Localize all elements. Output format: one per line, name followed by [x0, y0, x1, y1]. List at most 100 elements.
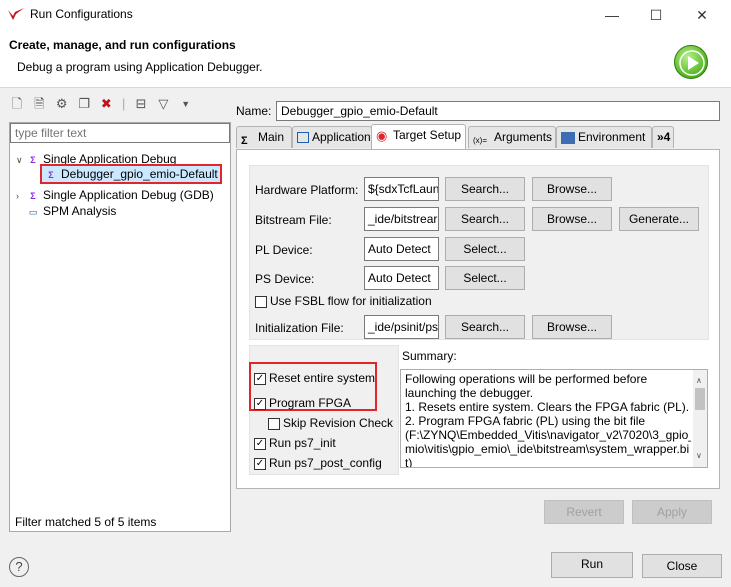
tree-item-label: Single Application Debug (GDB): [43, 188, 214, 202]
tab-label: Arguments: [494, 130, 553, 144]
skip-revision-row[interactable]: Skip Revision Check: [268, 416, 393, 430]
init-file-label: Initialization File:: [255, 321, 344, 335]
tree-item-spm-analysis[interactable]: ▭ SPM Analysis: [26, 204, 117, 219]
config-toolbar: 🗋 🗎 ⚙ ❐ ✖ | ⊟ ▽ ▼: [9, 96, 229, 118]
bitstream-generate-button[interactable]: Generate...: [619, 207, 699, 231]
spm-chart-icon: ▭: [28, 206, 38, 217]
program-fpga-label: Program FPGA: [269, 396, 352, 410]
tcf-debug-icon: Σ: [30, 154, 36, 165]
tree-item-single-app-debug-gdb[interactable]: › Σ Single Application Debug (GDB): [16, 188, 214, 203]
bitstream-browse-button[interactable]: Browse...: [532, 207, 612, 231]
summary-line: 2. Program FPGA fabric (PL) using the bi…: [405, 414, 646, 428]
gdb-debug-icon: Σ: [30, 190, 36, 201]
filter-input[interactable]: [10, 123, 230, 143]
minimize-button[interactable]: —: [594, 3, 630, 27]
export-icon[interactable]: ⚙: [54, 96, 70, 112]
hw-platform-search-button[interactable]: Search...: [445, 177, 525, 201]
ps7-post-row[interactable]: ✓ Run ps7_post_config: [254, 456, 382, 470]
fsbl-label: Use FSBL flow for initialization: [270, 294, 432, 308]
summary-line: Following operations will be performed b…: [405, 372, 648, 386]
scroll-down-icon[interactable]: ∨: [696, 449, 702, 463]
hw-platform-label: Hardware Platform:: [255, 183, 359, 197]
arguments-icon: (x)=: [473, 135, 487, 145]
skip-revision-checkbox[interactable]: [268, 417, 280, 430]
summary-text: Following operations will be performed b…: [400, 369, 708, 468]
ps7-post-checkbox[interactable]: ✓: [254, 457, 266, 470]
ps-device-label: PS Device:: [255, 272, 315, 286]
program-fpga-checkbox[interactable]: ✓: [254, 397, 266, 410]
scroll-up-icon[interactable]: ∧: [696, 374, 702, 388]
view-menu-icon[interactable]: ▼: [178, 96, 194, 112]
filter-icon[interactable]: ▽: [155, 96, 171, 112]
vitis-logo-icon: [8, 8, 24, 20]
reset-system-label: Reset entire system: [269, 371, 376, 385]
close-button[interactable]: Close: [642, 554, 722, 578]
config-name-input[interactable]: Debugger_gpio_emio-Default: [276, 101, 720, 121]
init-file-browse-button[interactable]: Browse...: [532, 315, 612, 339]
skip-revision-label: Skip Revision Check: [283, 416, 394, 430]
ps-device-field[interactable]: Auto Detect: [364, 266, 439, 290]
pl-device-select-button[interactable]: Select...: [445, 237, 525, 261]
new-prototype-icon[interactable]: 🗎: [31, 96, 47, 112]
summary-line: (F:\ZYNQ\Embedded_Vitis\navigator_v2\702…: [405, 428, 691, 442]
tab-target-setup[interactable]: ◉ Target Setup: [371, 124, 466, 150]
main-tab-icon: Σ: [241, 134, 248, 147]
tab-arguments[interactable]: (x)= Arguments: [468, 126, 556, 148]
tree-item-label: Debugger_gpio_emio-Default: [61, 167, 218, 181]
fsbl-checkbox[interactable]: [255, 295, 267, 308]
target-icon: ◉: [376, 127, 388, 143]
summary-line: t): [405, 456, 413, 468]
tab-label: Application: [312, 130, 371, 144]
chevron-right-icon[interactable]: ›: [16, 191, 26, 201]
apply-button[interactable]: Apply: [632, 500, 712, 524]
hw-platform-field[interactable]: ${sdxTcfLaun: [364, 177, 439, 201]
tab-main[interactable]: Σ Main: [236, 126, 292, 148]
filter-status: Filter matched 5 of 5 items: [15, 515, 157, 529]
new-config-icon[interactable]: 🗋: [9, 96, 25, 112]
toolbar-separator: |: [122, 96, 126, 111]
hw-platform-browse-button[interactable]: Browse...: [532, 177, 612, 201]
pl-device-field[interactable]: Auto Detect: [364, 237, 439, 261]
collapse-all-icon[interactable]: ⊟: [133, 96, 149, 112]
init-file-search-button[interactable]: Search...: [445, 315, 525, 339]
revert-button[interactable]: Revert: [544, 500, 624, 524]
ps-device-select-button[interactable]: Select...: [445, 266, 525, 290]
window-title: Run Configurations: [30, 7, 133, 21]
ps7-init-checkbox[interactable]: ✓: [254, 437, 266, 450]
scroll-thumb[interactable]: [695, 388, 705, 410]
tab-label: Main: [258, 130, 285, 144]
delete-icon[interactable]: ✖: [98, 96, 114, 112]
config-tabs: Σ Main Application ◉ Target Setup (x)= Argu…: [236, 124, 720, 150]
init-file-field[interactable]: _ide/psinit/ps: [364, 315, 439, 339]
fsbl-checkbox-row[interactable]: Use FSBL flow for initialization: [255, 294, 432, 308]
ps7-init-row[interactable]: ✓ Run ps7_init: [254, 436, 336, 450]
summary-line: 1. Resets entire system. Clears the FPGA…: [405, 400, 690, 414]
ps7-init-label: Run ps7_init: [269, 436, 336, 450]
duplicate-icon[interactable]: ❐: [76, 96, 92, 112]
summary-line: launching the debugger.: [405, 386, 534, 400]
reset-system-checkbox[interactable]: ✓: [254, 372, 266, 385]
run-button[interactable]: Run: [551, 552, 633, 578]
help-icon[interactable]: ?: [9, 557, 29, 577]
close-window-button[interactable]: ✕: [684, 3, 720, 27]
name-label: Name:: [236, 104, 272, 118]
bitstream-label: Bitstream File:: [255, 213, 332, 227]
bitstream-search-button[interactable]: Search...: [445, 207, 525, 231]
summary-scrollbar[interactable]: ∧ ∨: [693, 370, 707, 467]
tree-item-label: SPM Analysis: [43, 204, 117, 218]
maximize-button[interactable]: ☐: [638, 3, 674, 27]
tab-environment[interactable]: Environment: [556, 126, 652, 148]
summary-line: mio\vitis\gpio_emio\_ide\bitstream\syste…: [405, 442, 690, 456]
tab-overflow[interactable]: »4: [652, 126, 674, 148]
bitstream-field[interactable]: _ide/bitstrear: [364, 207, 439, 231]
summary-label: Summary:: [402, 349, 457, 363]
reset-system-row[interactable]: ✓ Reset entire system: [254, 371, 375, 385]
header-subtitle: Debug a program using Application Debugg…: [17, 60, 263, 74]
program-fpga-row[interactable]: ✓ Program FPGA: [254, 396, 351, 410]
chevron-down-icon[interactable]: ∨: [16, 155, 26, 166]
header-title: Create, manage, and run configurations: [9, 38, 236, 52]
tree-item-debugger-gpio-emio[interactable]: Σ Debugger_gpio_emio-Default: [40, 164, 222, 184]
tab-label: Environment: [578, 130, 646, 144]
tab-application[interactable]: Application: [292, 126, 372, 148]
tab-label: Target Setup: [393, 128, 462, 142]
